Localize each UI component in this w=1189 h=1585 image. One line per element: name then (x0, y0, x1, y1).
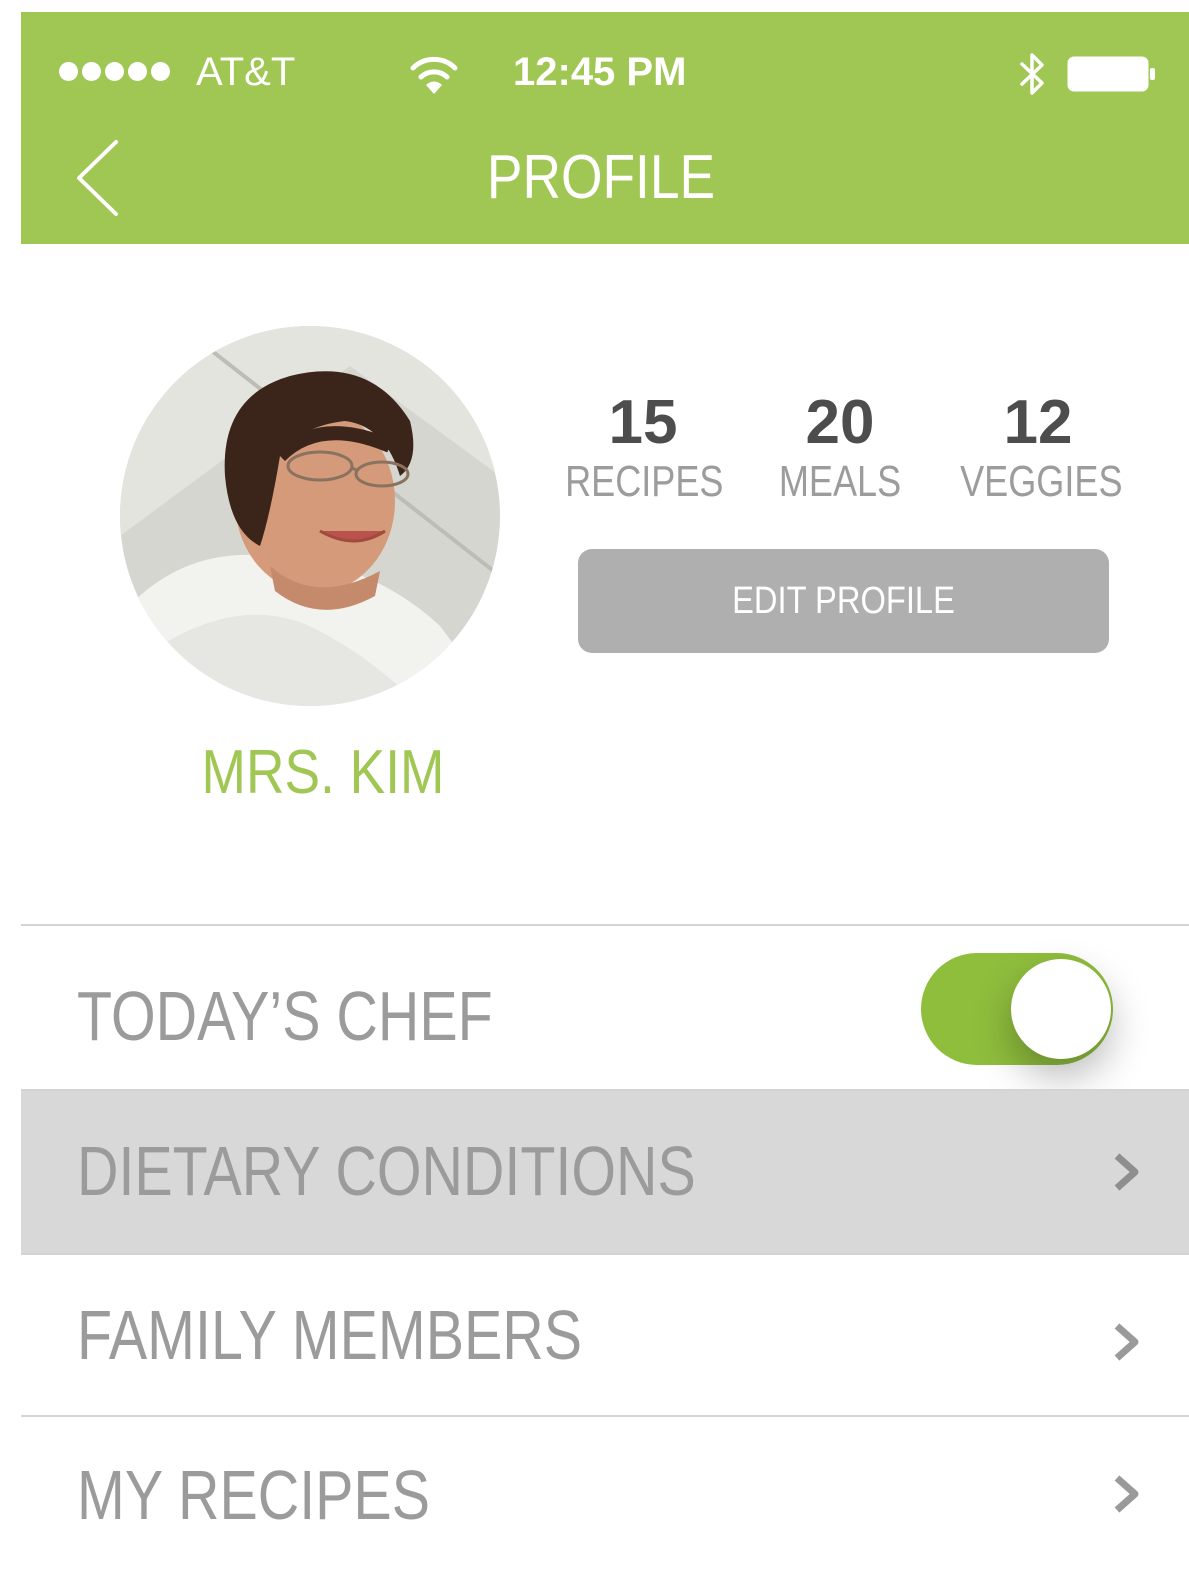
chevron-right-icon (1114, 1323, 1139, 1361)
profile-screen: AT&T 12:45 PM PROFILE MRS. KIM 15 RECIPE… (0, 0, 1189, 1585)
stat-veggies: 12 VEGGIES (943, 388, 1133, 506)
menu-item-label: MY RECIPES (77, 1456, 431, 1534)
menu-item-family-members[interactable]: FAMILY MEMBERS (21, 1255, 1189, 1415)
toggle-knob (1011, 959, 1111, 1059)
stat-label: VEGGIES (960, 457, 1123, 506)
stat-value: 12 (1003, 388, 1073, 457)
menu-item-label: DIETARY CONDITIONS (77, 1132, 696, 1210)
todays-chef-toggle[interactable] (921, 953, 1113, 1065)
bluetooth-icon (1020, 53, 1044, 95)
menu-item-label: TODAY’S CHEF (77, 977, 493, 1055)
stat-label: MEALS (778, 457, 902, 506)
battery-icon (1067, 56, 1155, 92)
nav-bar: PROFILE (21, 122, 1189, 244)
wifi-icon (410, 56, 458, 94)
user-name: MRS. KIM (201, 738, 445, 807)
page-title: PROFILE (486, 143, 716, 212)
stat-recipes: 15 RECIPES (548, 388, 738, 506)
signal-dots-icon (59, 62, 170, 81)
edit-profile-label: EDIT PROFILE (732, 580, 955, 622)
stat-label: RECIPES (565, 457, 724, 506)
menu-item-dietary-conditions[interactable]: DIETARY CONDITIONS (21, 1091, 1189, 1253)
chevron-right-icon (1114, 1475, 1139, 1513)
avatar[interactable] (120, 326, 500, 706)
profile-photo (120, 326, 500, 706)
chevron-right-icon (1114, 1153, 1139, 1191)
app-header: AT&T 12:45 PM PROFILE (21, 12, 1189, 244)
menu-item-my-recipes[interactable]: MY RECIPES (21, 1417, 1189, 1585)
stat-meals: 20 MEALS (745, 388, 935, 506)
carrier-name: AT&T (196, 50, 296, 94)
status-bar: AT&T 12:45 PM (21, 12, 1189, 122)
stat-value: 15 (608, 388, 678, 457)
status-time: 12:45 PM (513, 50, 687, 94)
stat-value: 20 (805, 388, 875, 457)
menu-item-label: FAMILY MEMBERS (77, 1296, 583, 1374)
edit-profile-button[interactable]: EDIT PROFILE (578, 549, 1109, 653)
